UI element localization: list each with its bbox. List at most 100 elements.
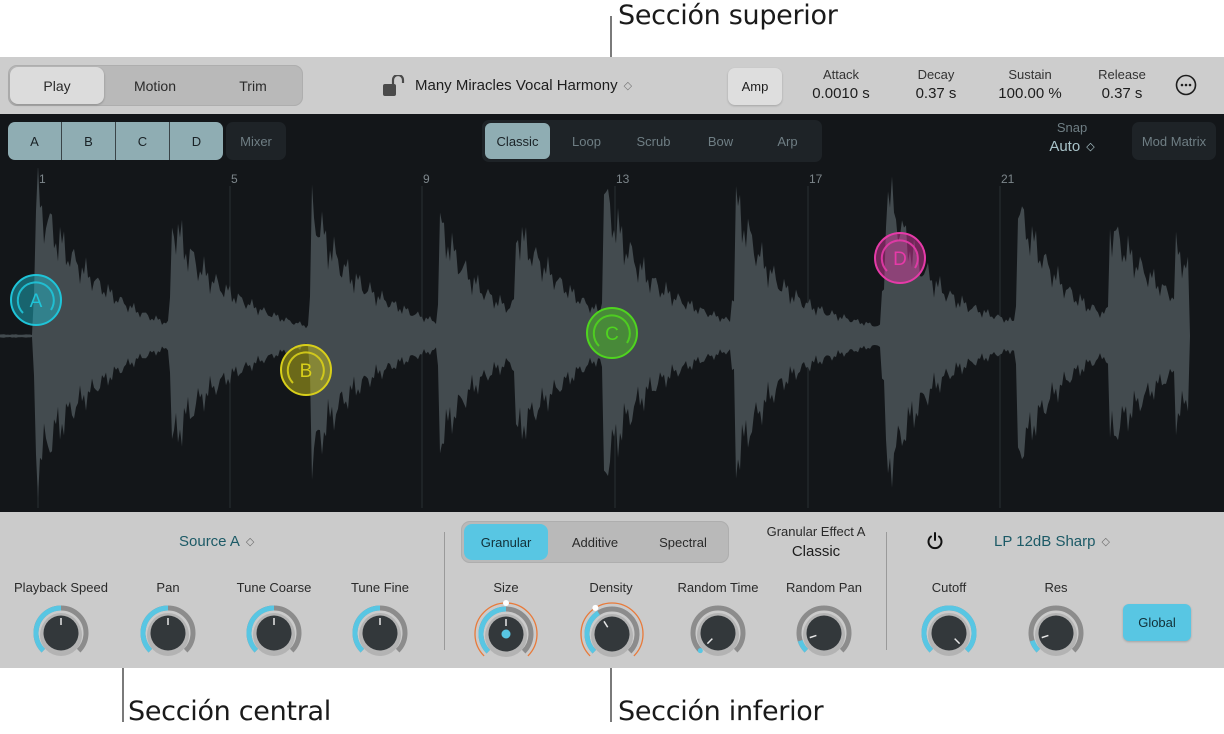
modulation-handle[interactable] [503, 600, 509, 606]
global-button[interactable]: Global [1123, 604, 1191, 641]
play-mode-classic[interactable]: Classic [485, 123, 550, 159]
tune-fine-label: Tune Fine [350, 580, 410, 595]
source-dropdown-value: Source A [179, 533, 240, 550]
play-mode-bow[interactable]: Bow [687, 120, 754, 162]
release-value[interactable]: 0.37 s [1086, 85, 1158, 102]
marker-label: A [30, 291, 43, 312]
chevron-updown-icon: ◇ [1086, 141, 1095, 153]
source-c-button[interactable]: C [116, 122, 170, 160]
size-knob[interactable] [472, 600, 540, 664]
random-time-label: Random Time [677, 580, 759, 595]
snap-value-dropdown[interactable]: Auto ◇ [1040, 138, 1104, 155]
knob-body [806, 615, 842, 651]
knob-body [594, 616, 630, 652]
tab-trim[interactable]: Trim [204, 65, 302, 106]
res-label: Res [1044, 580, 1068, 595]
cutoff-label: Cutoff [931, 580, 967, 595]
patch-selector[interactable]: Many Miracles Vocal Harmony ◇ [415, 77, 632, 94]
section-divider [444, 532, 445, 650]
pan-label: Pan [156, 580, 180, 595]
callout-line-top [610, 16, 612, 57]
ellipsis-circle-icon[interactable] [1175, 74, 1197, 96]
filter-type-dropdown[interactable]: LP 12dB Sharp ◇ [994, 533, 1110, 550]
source-dropdown[interactable]: Source A ◇ [179, 533, 254, 550]
chevron-updown-icon: ◇ [245, 536, 255, 548]
filter-type-value: LP 12dB Sharp [994, 533, 1096, 550]
power-icon[interactable] [925, 531, 945, 551]
granular-effect-label: Granular Effect A [766, 524, 866, 539]
mode-selector: Play Motion Trim [8, 65, 303, 106]
engine-additive[interactable]: Additive [551, 521, 639, 563]
callout-bottom-section: Sección inferior [618, 696, 824, 727]
sustain-control[interactable]: Sustain 100.00 % [988, 67, 1072, 102]
playback-speed-label: Playback Speed [14, 580, 108, 595]
sustain-value[interactable]: 100.00 % [988, 85, 1072, 102]
size-label: Size [493, 580, 519, 595]
snap-label: Snap [1056, 120, 1088, 135]
engine-selector: Granular Additive Spectral [461, 521, 729, 563]
bar-number: 9 [423, 172, 430, 186]
res-knob[interactable] [1028, 605, 1084, 661]
section-divider [886, 532, 887, 650]
patch-name: Many Miracles Vocal Harmony [415, 77, 618, 94]
snap-control[interactable]: Snap Auto ◇ [1040, 120, 1104, 155]
decay-value[interactable]: 0.37 s [900, 85, 972, 102]
amp-button[interactable]: Amp [728, 68, 782, 105]
bar-number: 1 [39, 172, 46, 186]
engine-spectral[interactable]: Spectral [639, 521, 727, 563]
attack-control[interactable]: Attack 0.0010 s [805, 67, 877, 102]
tune-coarse-label: Tune Coarse [236, 580, 312, 595]
play-mode-selector: Classic Loop Scrub Bow Arp [482, 120, 822, 162]
random-pan-knob[interactable] [796, 605, 852, 661]
callout-top-section: Sección superior [618, 0, 838, 31]
source-b-button[interactable]: B [62, 122, 116, 160]
cutoff-knob[interactable] [921, 605, 977, 661]
tune-fine-knob[interactable] [352, 605, 408, 661]
source-marker-b[interactable]: B [280, 344, 332, 396]
bottom-section: Playback Speed Source A ◇ Pan Tune Coarse… [0, 512, 1224, 668]
random-time-knob[interactable] [690, 605, 746, 661]
sustain-label: Sustain [1008, 67, 1052, 82]
source-marker-d[interactable]: D [874, 232, 926, 284]
source-d-button[interactable]: D [170, 122, 223, 160]
modulation-handle[interactable] [592, 604, 599, 611]
source-a-button[interactable]: A [8, 122, 62, 160]
top-section: Play Motion Trim Many Miracles Vocal Har… [0, 57, 1224, 114]
source-marker-c[interactable]: C [586, 307, 638, 359]
waveform-display[interactable]: 1 5 9 13 17 21 A B C D [0, 168, 1224, 512]
center-section: A B C D Mixer Classic Loop Scrub Bow Arp… [0, 114, 1224, 512]
mod-matrix-button[interactable]: Mod Matrix [1132, 122, 1216, 160]
release-label: Release [1098, 67, 1146, 82]
granular-effect-value[interactable]: Classic [752, 543, 880, 560]
density-label: Density [589, 580, 633, 595]
source-selector: A B C D [8, 122, 223, 160]
bar-number: 5 [231, 172, 238, 186]
marker-label: B [300, 361, 313, 382]
knob-center-dot [501, 629, 511, 639]
callout-center-section: Sección central [128, 696, 331, 727]
source-marker-a[interactable]: A [10, 274, 62, 326]
engine-granular[interactable]: Granular [464, 524, 548, 560]
pan-knob[interactable] [140, 605, 196, 661]
bar-number: 17 [809, 172, 823, 186]
marker-label: C [605, 324, 619, 345]
play-mode-loop[interactable]: Loop [553, 120, 620, 162]
tune-coarse-knob[interactable] [246, 605, 302, 661]
release-control[interactable]: Release 0.37 s [1086, 67, 1158, 102]
mixer-button[interactable]: Mixer [226, 122, 286, 160]
playback-speed-knob[interactable] [33, 605, 89, 661]
play-mode-arp[interactable]: Arp [754, 120, 821, 162]
play-mode-scrub[interactable]: Scrub [620, 120, 687, 162]
chevron-updown-icon: ◇ [623, 80, 633, 92]
tab-motion[interactable]: Motion [106, 65, 204, 106]
tab-play[interactable]: Play [10, 67, 104, 104]
knob-body [1038, 615, 1074, 651]
density-knob[interactable] [578, 600, 646, 664]
snap-value: Auto [1049, 138, 1081, 155]
bar-number: 21 [1001, 172, 1015, 186]
attack-label: Attack [822, 67, 860, 82]
decay-control[interactable]: Decay 0.37 s [900, 67, 972, 102]
unlocked-padlock-icon[interactable] [382, 75, 406, 97]
attack-value[interactable]: 0.0010 s [805, 85, 877, 102]
granular-effect-control[interactable]: Granular Effect A Classic [752, 524, 880, 560]
